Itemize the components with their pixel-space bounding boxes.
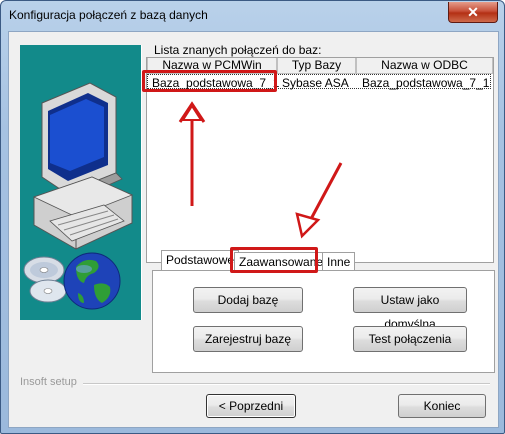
connections-list-label: Lista znanych połączeń do baz: xyxy=(154,43,322,57)
annotation-highlight-tab xyxy=(230,247,318,273)
row-db-type: Sybase ASA xyxy=(282,76,349,90)
tab-panel: Dodaj bazę Ustaw jako domyślną Zarejestr… xyxy=(152,270,495,373)
window-title: Konfiguracja połączeń z bazą danych xyxy=(9,8,208,22)
add-database-button[interactable]: Dodaj bazę xyxy=(193,287,303,313)
close-icon: ✕ xyxy=(467,4,479,20)
cd-disc-icon xyxy=(23,256,65,284)
title-bar[interactable]: Konfiguracja połączeń z bazą danych ✕ xyxy=(1,1,504,31)
column-header-db-type[interactable]: Typ Bazy xyxy=(277,58,356,74)
footer-divider xyxy=(83,383,490,385)
close-button[interactable]: ✕ xyxy=(448,2,498,23)
cd-disc-icon xyxy=(29,279,67,303)
window-frame: Konfiguracja połączeń z bazą danych ✕ Li… xyxy=(0,0,505,434)
computer-illustration xyxy=(23,82,134,310)
setup-brand-label: Insoft setup xyxy=(20,376,77,388)
column-header-odbc-name[interactable]: Nazwa w ODBC xyxy=(356,58,493,74)
setup-illustration xyxy=(20,45,142,320)
annotation-highlight-row xyxy=(142,70,277,92)
row-odbc-name: Baza_podstawowa_7_1 xyxy=(362,76,490,90)
globe-icon xyxy=(63,252,121,310)
tab-podstawowe[interactable]: Podstawowe xyxy=(161,250,240,270)
test-connection-button[interactable]: Test połączenia xyxy=(353,326,467,352)
finish-button[interactable]: Koniec xyxy=(398,394,486,418)
register-database-button[interactable]: Zarejestruj bazę xyxy=(193,326,303,352)
set-default-button[interactable]: Ustaw jako domyślną xyxy=(353,287,467,331)
tab-inne[interactable]: Inne xyxy=(322,252,356,270)
previous-button[interactable]: < Poprzedni xyxy=(206,394,296,418)
